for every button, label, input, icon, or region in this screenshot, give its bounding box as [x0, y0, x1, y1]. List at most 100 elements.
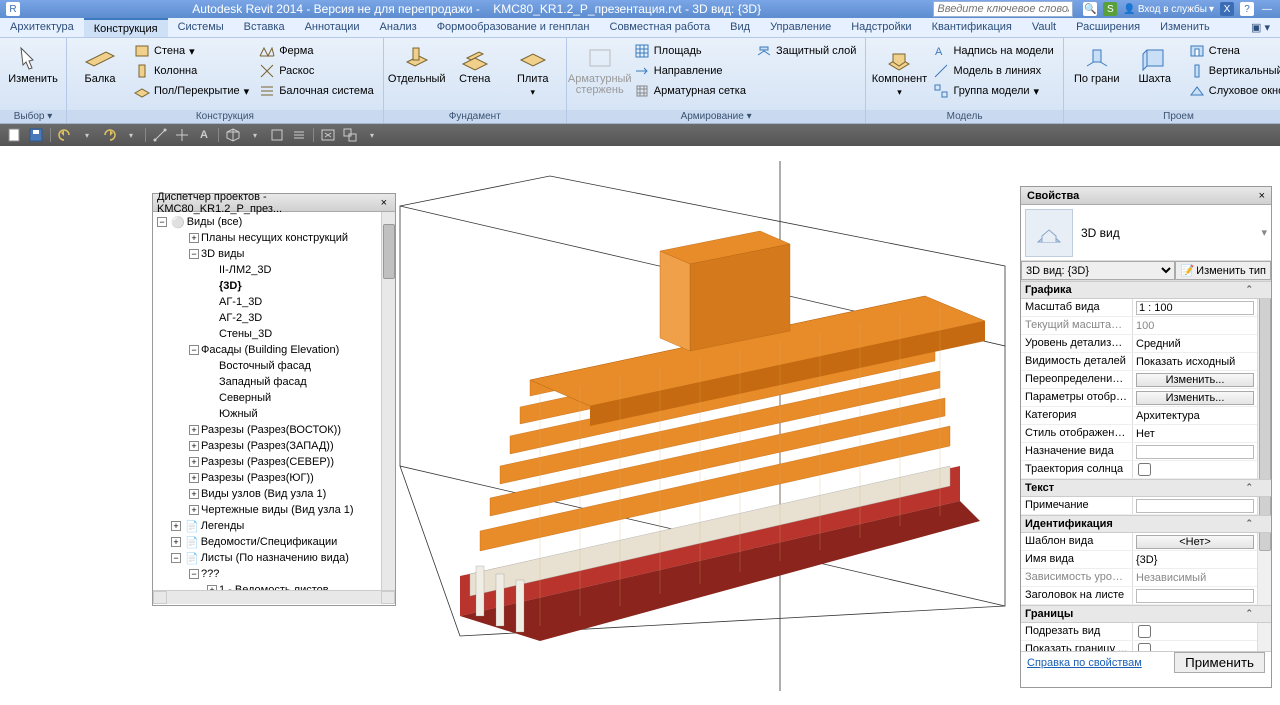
new-icon[interactable]: [6, 127, 22, 143]
type-dropdown-icon[interactable]: ▾: [1261, 226, 1267, 239]
uroven-value[interactable]: Средний: [1133, 335, 1257, 352]
tree-item[interactable]: Южный: [153, 406, 395, 422]
redo-drop-icon[interactable]: ▾: [123, 127, 139, 143]
pereopr-button[interactable]: Изменить...: [1136, 373, 1254, 387]
save-icon[interactable]: [28, 127, 44, 143]
undo-drop-icon[interactable]: ▾: [79, 127, 95, 143]
properties-scrollbar[interactable]: [1257, 281, 1271, 651]
tab-конструкция[interactable]: Конструкция: [84, 18, 168, 37]
imya-value[interactable]: {3D}: [1133, 551, 1257, 568]
param-otobr-button[interactable]: Изменить...: [1136, 391, 1254, 405]
section-text[interactable]: Текст⌃: [1021, 479, 1271, 497]
stil-value[interactable]: Нет: [1133, 425, 1257, 442]
text-icon[interactable]: A: [196, 127, 212, 143]
measure-icon[interactable]: [152, 127, 168, 143]
tree-item[interactable]: Стены_3D: [153, 326, 395, 342]
setka-button[interactable]: Арматурная сетка: [631, 82, 749, 100]
close-view-icon[interactable]: [320, 127, 336, 143]
plita-button[interactable]: Плита▾: [506, 42, 560, 100]
tree-item[interactable]: II-ЛМ2_3D: [153, 262, 395, 278]
help-icon[interactable]: ?: [1240, 2, 1254, 16]
search-icon[interactable]: 🔍: [1083, 2, 1097, 16]
zagolovok-input[interactable]: [1136, 589, 1254, 603]
search-input[interactable]: [933, 1, 1073, 17]
minimize-icon[interactable]: —: [1260, 2, 1274, 16]
tab-архитектура[interactable]: Архитектура: [0, 18, 84, 37]
3d-icon[interactable]: [225, 127, 241, 143]
napr-button[interactable]: Направление: [631, 62, 749, 80]
tab-формообразование и генплан[interactable]: Формообразование и генплан: [427, 18, 600, 37]
3d-drop-icon[interactable]: ▾: [247, 127, 263, 143]
tab-совместная работа[interactable]: Совместная работа: [600, 18, 721, 37]
switch-drop-icon[interactable]: ▾: [364, 127, 380, 143]
stena-button[interactable]: Стена ▾: [131, 42, 252, 60]
fund-stena-button[interactable]: Стена: [448, 42, 502, 87]
modify-button[interactable]: Изменить: [6, 42, 60, 87]
tree-item[interactable]: +Разрезы (Разрез(ЗАПАД)): [153, 438, 395, 454]
undo-icon[interactable]: [57, 127, 73, 143]
tree-item[interactable]: −📄Листы (По назначению вида): [153, 550, 395, 566]
tree-item[interactable]: +Виды узлов (Вид узла 1): [153, 486, 395, 502]
pokazat-checkbox[interactable]: [1138, 643, 1151, 651]
grani-button[interactable]: По грани: [1070, 42, 1124, 87]
tab-вставка[interactable]: Вставка: [234, 18, 295, 37]
kolonna-button[interactable]: Колонна: [131, 62, 252, 80]
pol-button[interactable]: Пол/Перекрытие ▾: [131, 82, 252, 100]
tab-вид[interactable]: Вид: [720, 18, 760, 37]
tab-надстройки[interactable]: Надстройки: [841, 18, 921, 37]
tree-item[interactable]: +📄Ведомости/Спецификации: [153, 534, 395, 550]
tree-item[interactable]: АГ-1_3D: [153, 294, 395, 310]
tab-квантификация[interactable]: Квантификация: [922, 18, 1022, 37]
traekt-checkbox[interactable]: [1138, 463, 1151, 476]
tab-анализ[interactable]: Анализ: [370, 18, 427, 37]
shahta-button[interactable]: Шахта: [1128, 42, 1182, 87]
baloch-button[interactable]: Балочная система: [256, 82, 377, 100]
sluh-button[interactable]: Слуховое окно: [1186, 82, 1280, 100]
subscription-icon[interactable]: S: [1103, 2, 1117, 16]
edit-type-button[interactable]: 📝 Изменить тип: [1175, 261, 1271, 280]
tab-аннотации[interactable]: Аннотации: [295, 18, 370, 37]
tree-root[interactable]: − ⚪ Виды (все): [153, 214, 395, 230]
tree-item[interactable]: −3D виды: [153, 246, 395, 262]
section-grafika[interactable]: Графика⌃: [1021, 281, 1271, 299]
tree-item[interactable]: −???: [153, 566, 395, 582]
properties-help-link[interactable]: Справка по свойствам: [1027, 657, 1142, 669]
plosh-button[interactable]: Площадь: [631, 42, 749, 60]
tree-item[interactable]: АГ-2_3D: [153, 310, 395, 326]
gruppa-button[interactable]: Группа модели ▾: [930, 82, 1056, 100]
section-ident[interactable]: Идентификация⌃: [1021, 515, 1271, 533]
redo-icon[interactable]: [101, 127, 117, 143]
apply-button[interactable]: Применить: [1174, 652, 1265, 673]
primech-input[interactable]: [1136, 499, 1254, 513]
tree-item[interactable]: +Разрезы (Разрез(СЕВЕР)): [153, 454, 395, 470]
tree-item[interactable]: Западный фасад: [153, 374, 395, 390]
tab-изменить[interactable]: Изменить: [1150, 18, 1220, 37]
proem-stena-button[interactable]: Стена: [1186, 42, 1280, 60]
ferma-button[interactable]: Ферма: [256, 42, 377, 60]
tab-системы[interactable]: Системы: [168, 18, 234, 37]
otdel-button[interactable]: Отдельный: [390, 42, 444, 87]
vert-button[interactable]: Вертикальный: [1186, 62, 1280, 80]
shablon-button[interactable]: <Нет>: [1136, 535, 1254, 549]
app-menu-icon[interactable]: R: [6, 2, 20, 16]
project-browser-close-icon[interactable]: ×: [377, 197, 391, 209]
tree-item[interactable]: −Фасады (Building Elevation): [153, 342, 395, 358]
vidimost-value[interactable]: Показать исходный: [1133, 353, 1257, 370]
liniya-button[interactable]: Модель в линиях: [930, 62, 1056, 80]
tab-vault[interactable]: Vault: [1022, 18, 1066, 37]
raskos-button[interactable]: Раскос: [256, 62, 377, 80]
tree-item[interactable]: Восточный фасад: [153, 358, 395, 374]
naznach-input[interactable]: [1136, 445, 1254, 459]
tab-расширения[interactable]: Расширения: [1066, 18, 1150, 37]
tree-item[interactable]: +Планы несущих конструкций: [153, 230, 395, 246]
tree-item[interactable]: +Разрезы (Разрез(ЮГ)): [153, 470, 395, 486]
align-icon[interactable]: [174, 127, 190, 143]
login-button[interactable]: 👤 Вход в службы ▾: [1123, 2, 1214, 16]
project-browser-scrollbar[interactable]: [381, 212, 395, 590]
properties-close-icon[interactable]: ×: [1259, 190, 1265, 202]
kategoria-value[interactable]: Архитектура: [1133, 407, 1257, 424]
tab-overflow[interactable]: ▣ ▾: [1241, 18, 1280, 37]
section-granicy[interactable]: Границы⌃: [1021, 605, 1271, 623]
exchange-icon[interactable]: X: [1220, 2, 1234, 16]
nadpis-button[interactable]: AНадпись на модели: [930, 42, 1056, 60]
